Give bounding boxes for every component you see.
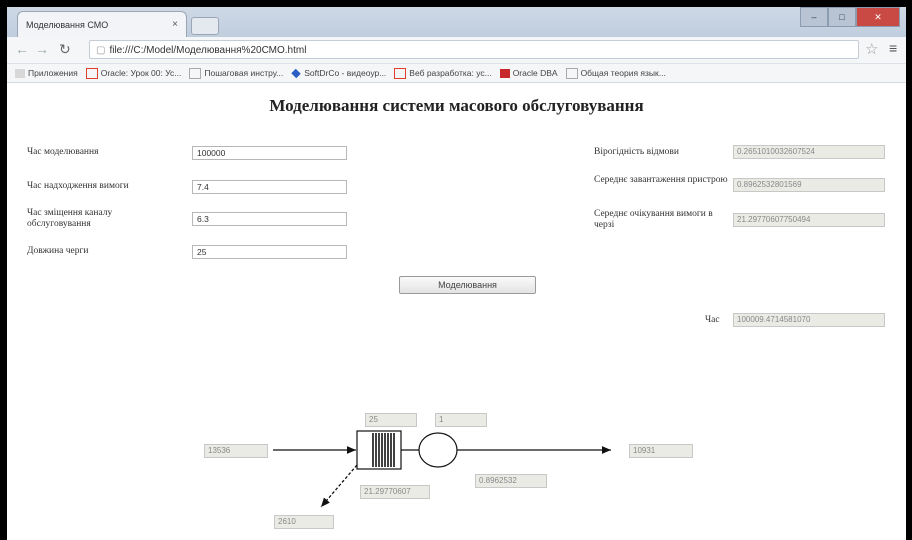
utilization-field: 0.8962532 bbox=[475, 474, 547, 488]
maximize-button[interactable]: □ bbox=[828, 7, 856, 27]
bookmark-item[interactable]: Oracle: Урок 00: Ус... bbox=[85, 67, 181, 79]
window-controls: – □ ✕ bbox=[800, 7, 900, 27]
bookmark-favicon bbox=[394, 67, 407, 79]
browser-window: Моделювання СМО × – □ ✕ ← → ↻ ▢ file:///C… bbox=[7, 7, 906, 540]
new-tab-button[interactable] bbox=[191, 17, 219, 35]
browser-toolbar: ← → ↻ ▢ file:///C:/Model/Моделювання%20СМ… bbox=[7, 37, 906, 64]
title-bar: Моделювання СМО × – □ ✕ bbox=[7, 7, 906, 37]
apps-icon bbox=[15, 68, 25, 78]
bookmark-item[interactable]: Веб разработка: ус... bbox=[394, 67, 492, 79]
bookmark-item[interactable]: Общая теория язык... bbox=[565, 67, 666, 79]
bookmark-favicon bbox=[565, 67, 578, 79]
server-count-field: 1 bbox=[435, 413, 487, 427]
served-count-field: 10931 bbox=[629, 444, 693, 458]
bookmark-item[interactable]: SoftDrCo - видеоур... bbox=[291, 68, 386, 78]
incoming-count-field: 13536 bbox=[204, 444, 268, 458]
oracle-icon bbox=[499, 68, 510, 78]
browser-tab[interactable]: Моделювання СМО × bbox=[17, 11, 187, 37]
page-icon: ▢ bbox=[96, 45, 106, 56]
queue-capacity-field: 25 bbox=[365, 413, 417, 427]
address-bar[interactable]: ▢ file:///C:/Model/Моделювання%20СМО.html bbox=[89, 40, 859, 59]
bookmark-favicon bbox=[189, 67, 202, 79]
bookmark-favicon bbox=[85, 67, 98, 79]
page-content: Моделювання системи масового обслуговува… bbox=[7, 83, 906, 540]
forward-icon[interactable]: → bbox=[35, 41, 49, 57]
bookmark-favicon bbox=[291, 68, 301, 78]
reload-icon[interactable]: ↻ bbox=[59, 41, 71, 58]
minimize-button[interactable]: – bbox=[800, 7, 828, 27]
address-url: file:///C:/Model/Моделювання%20СМО.html bbox=[109, 45, 307, 56]
bookmark-item[interactable]: Приложения bbox=[15, 68, 78, 78]
back-icon[interactable]: ← bbox=[15, 41, 29, 57]
rejected-count-field: 2610 bbox=[274, 515, 334, 529]
close-window-button[interactable]: ✕ bbox=[856, 7, 900, 27]
close-tab-icon[interactable]: × bbox=[172, 19, 178, 30]
bookmarks-bar: Приложения Oracle: Урок 00: Ус... Пошаго… bbox=[7, 64, 906, 83]
menu-icon[interactable]: ≡ bbox=[889, 40, 897, 56]
queue-diagram bbox=[273, 430, 611, 508]
reject-arrow bbox=[320, 464, 358, 508]
bookmark-star-icon[interactable]: ☆ bbox=[865, 40, 878, 58]
server-circle bbox=[418, 432, 458, 468]
bookmark-item[interactable]: Пошаговая инстру... bbox=[189, 67, 283, 79]
tab-title: Моделювання СМО bbox=[26, 19, 109, 30]
queue-wait-field: 21.29770607 bbox=[360, 485, 430, 499]
bookmark-item[interactable]: Oracle DBA bbox=[499, 68, 558, 78]
